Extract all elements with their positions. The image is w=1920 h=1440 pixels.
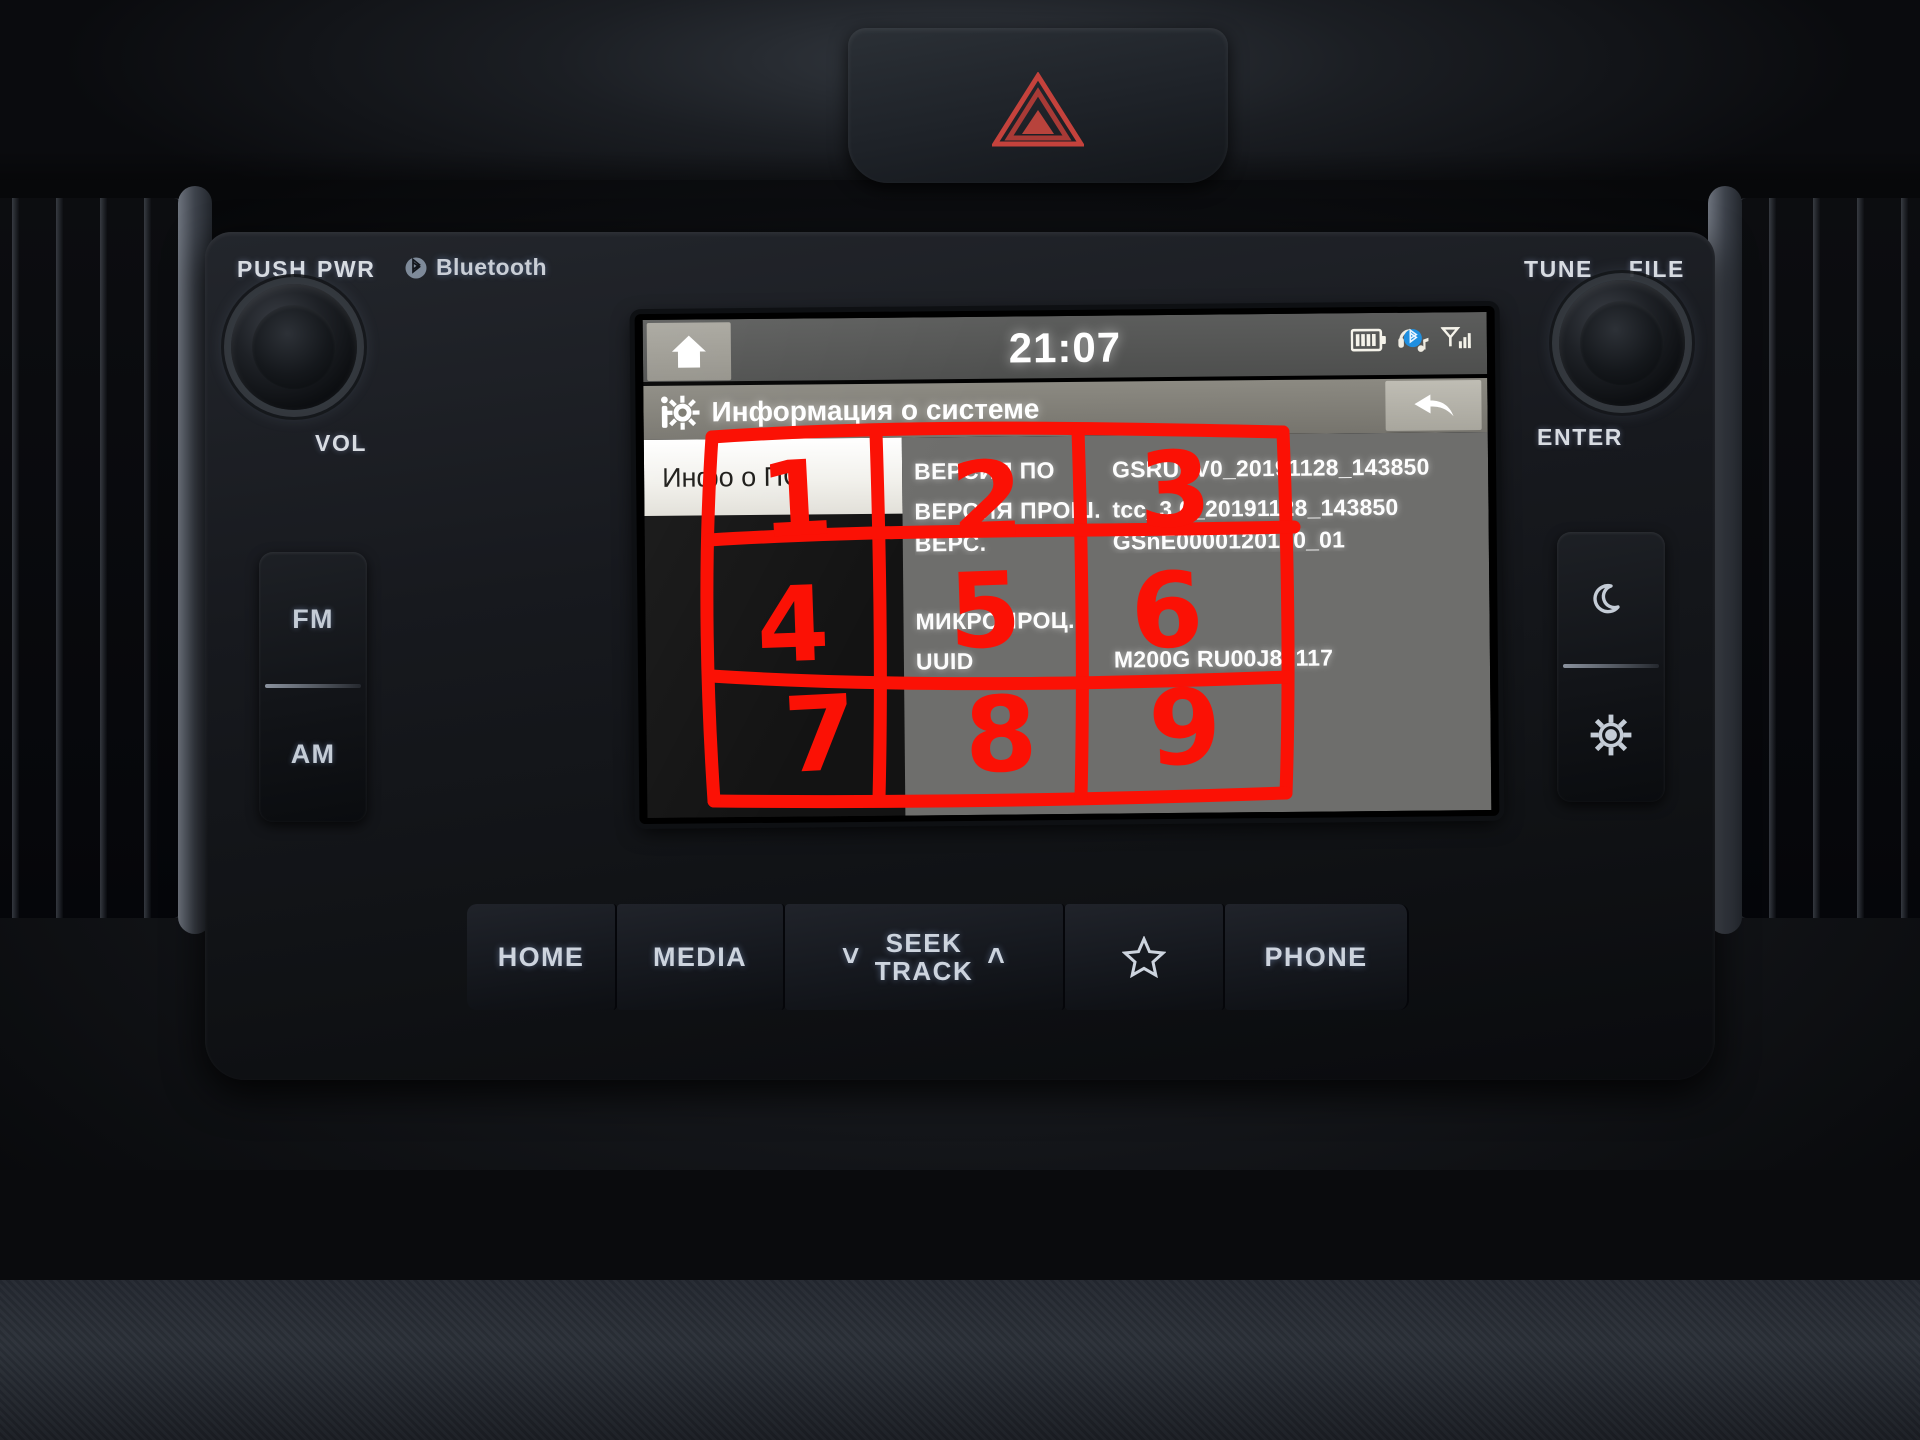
info-value: M200G RU00J82117 [1113,643,1334,673]
back-arrow-icon [1414,394,1454,417]
home-hardware-button[interactable]: HOME [467,904,617,1010]
info-key: ВЕРСИЯ ПО [913,456,1056,484]
favorite-hardware-button[interactable] [1065,904,1225,1010]
info-value: tcc_3.0_20191128_143850 [1112,493,1399,523]
infotainment-screen[interactable]: 21:07 Информация о системе Инфо о ПО ВЕР… [642,311,1492,819]
media-hardware-button[interactable]: MEDIA [617,904,785,1010]
seek-track-hardware-button[interactable]: ˅ SEEK TRACK ˄ [785,904,1065,1010]
info-value: GSRUAV0_20191128_143850 [1111,453,1430,483]
battery-icon [1350,328,1386,352]
star-icon [1122,936,1166,978]
bluetooth-audio-icon [1398,328,1429,352]
info-row: ВЕРСИЯ ПО GSRUAV0_20191128_143850 [914,446,1488,492]
page-title-bar: Информация о системе [643,377,1488,441]
status-icons [1350,325,1471,354]
side-menu[interactable]: Инфо о ПО [643,437,906,819]
sidebar-item-software-info[interactable]: Инфо о ПО [643,437,903,517]
enter-label: ENTER [1537,424,1623,450]
info-row: ВЕРСИЯ ПРОШ. tcc_3.0_20191128_143850 [914,486,1488,532]
chevron-up-icon[interactable]: ˄ [987,940,1006,974]
software-info-panel: ВЕРСИЯ ПО GSRUAV0_20191128_143850 ВЕРСИЯ… [901,431,1492,816]
infotainment-screen-bezel: 21:07 Информация о системе Инфо о ПО ВЕР… [634,305,1500,825]
setup-button[interactable] [1557,667,1665,802]
head-unit-faceplate: PUSH PWR Bluetooth TUNE FILE VOL ENTER F… [205,232,1715,1080]
push-label: PUSH [237,256,308,282]
content-area: Инфо о ПО ВЕРСИЯ ПО GSRUAV0_20191128_143… [643,431,1492,819]
volume-power-knob[interactable] [231,284,357,410]
info-key: МИКРОПРОЦ. [915,606,1075,634]
display-setup-rocker[interactable] [1557,532,1665,802]
back-button[interactable] [1385,380,1482,431]
file-label: FILE [1628,256,1685,282]
vol-label: VOL [315,430,368,456]
console-texture [0,1280,1920,1440]
page-title: Информация о системе [711,393,1040,428]
hazard-triangle-icon [992,72,1084,147]
phone-hardware-button[interactable]: PHONE [1225,904,1409,1010]
air-vent-right [1736,198,1920,918]
info-value: GSnE0000120120_01 [1112,525,1346,555]
screenshot-root: PUSH PWR Bluetooth TUNE FILE VOL ENTER F… [0,0,1920,1440]
hazard-light-button[interactable] [848,28,1228,183]
tune-file-knob[interactable] [1559,280,1685,406]
pwr-label: PWR [317,256,376,282]
air-vent-left [0,198,184,918]
gear-icon [1590,714,1632,755]
am-button[interactable]: AM [259,687,367,822]
info-row: МИКРОПРОЦ. [915,596,1489,642]
info-key: ВЕРС. [914,529,987,556]
band-rocker-button[interactable]: FM AM [259,552,367,822]
hardware-button-strip: HOME MEDIA ˅ SEEK TRACK ˄ PHONE [467,904,1457,1010]
sidebar-item-label: Инфо о ПО [661,461,805,493]
chevron-down-icon[interactable]: ˅ [842,940,861,974]
display-off-button[interactable] [1557,532,1665,667]
fm-button[interactable]: FM [259,552,367,687]
status-bar: 21:07 [642,311,1488,383]
track-label: TRACK [874,956,974,986]
info-key: UUID [915,647,974,674]
info-key: ВЕРСИЯ ПРОШ. [914,496,1102,524]
info-row: UUID M200G RU00J82117 [916,636,1490,682]
bluetooth-icon [405,257,427,278]
system-info-icon [660,395,700,430]
signal-bars-icon [1440,327,1471,349]
bluetooth-logo: Bluetooth [405,254,547,281]
faceplate-top-labels: PUSH PWR Bluetooth TUNE FILE [205,254,1715,284]
bluetooth-label: Bluetooth [436,254,547,280]
moon-icon [1593,583,1620,613]
seek-label: SEEK [885,927,963,958]
tune-label: TUNE [1523,256,1593,282]
